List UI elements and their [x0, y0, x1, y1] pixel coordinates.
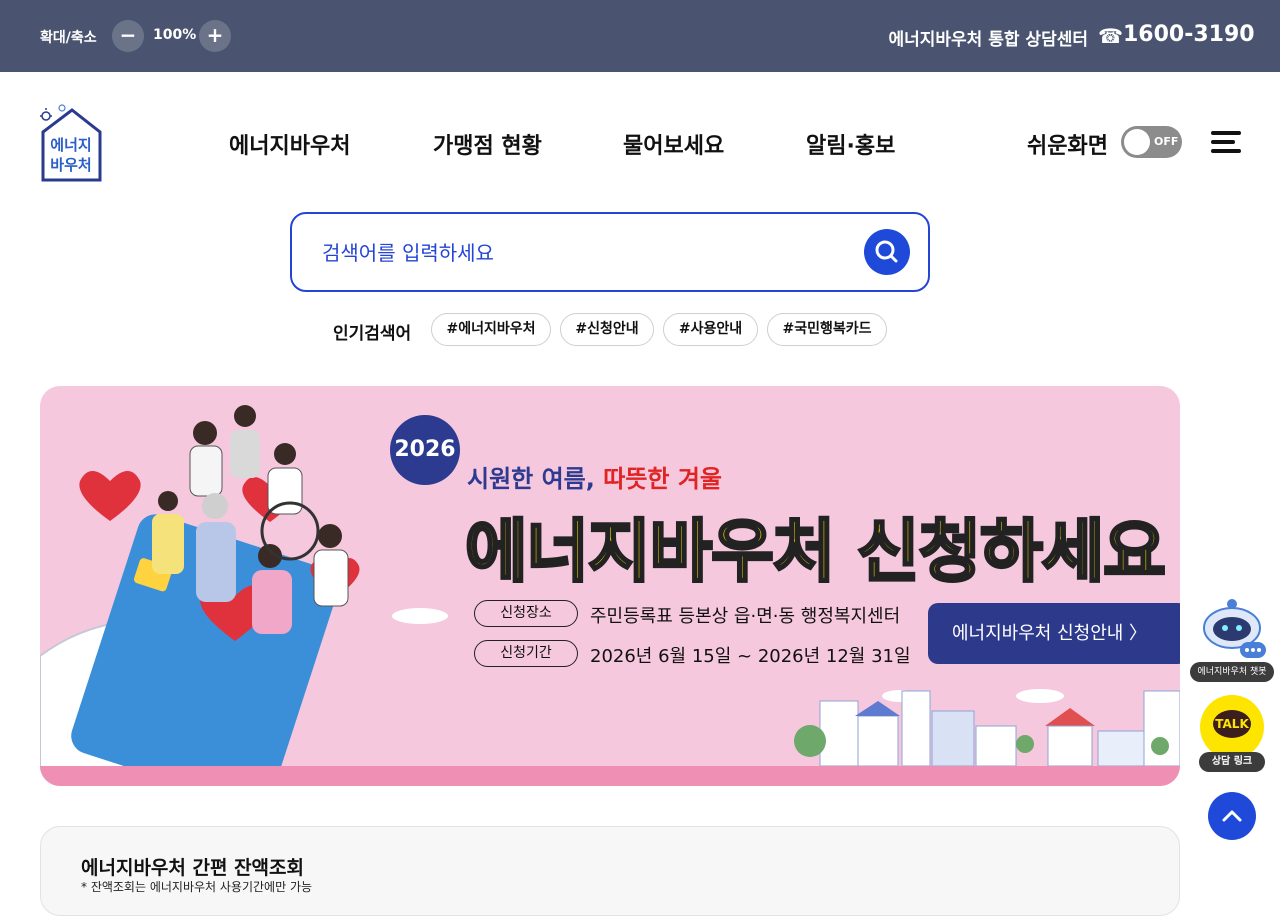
zoom-out-button[interactable]: −	[112, 20, 144, 52]
easy-mode-label: 쉬운화면	[1027, 134, 1108, 159]
popular-tag[interactable]: #신청안내	[560, 313, 654, 346]
house-logo-icon: 에너지 바우처	[40, 104, 102, 182]
phone-icon: ☎	[1098, 24, 1123, 48]
application-guide-button[interactable]: 에너지바우처 신청안내 〉	[928, 603, 1180, 664]
chatbot-label: 에너지바우처 챗봇	[1190, 662, 1274, 682]
banner-headline: 에너지바우처 신청하세요	[464, 512, 1168, 594]
balance-inquiry-card: 에너지바우처 간편 잔액조회 * 잔액조회는 에너지바우처 사용기간에만 가능	[40, 826, 1180, 916]
site-logo[interactable]: 에너지 바우처	[40, 102, 102, 182]
toggle-state: OFF	[1154, 135, 1179, 148]
search-button[interactable]	[864, 229, 910, 275]
balance-title: 에너지바우처 간편 잔액조회	[81, 857, 304, 879]
robot-icon	[1203, 599, 1266, 658]
search-input[interactable]	[322, 238, 842, 268]
kakao-label: 상담 링크	[1199, 752, 1265, 772]
balance-note: * 잔액조회는 에너지바우처 사용기간에만 가능	[81, 880, 313, 894]
nav-notice-promo[interactable]: 알림·홍보	[806, 128, 895, 160]
zoom-in-button[interactable]: +	[199, 20, 231, 52]
slogan-part2: 따뜻한 겨울	[603, 465, 722, 493]
call-center-label: 에너지바우처 통합 상담센터	[888, 30, 1088, 50]
application-period-text: 2026년 6월 15일 ~ 2026년 12월 31일	[590, 646, 911, 667]
popular-tag[interactable]: #국민행복카드	[767, 313, 887, 346]
hamburger-menu-icon[interactable]	[1211, 131, 1241, 153]
logo-text-top: 에너지	[50, 136, 91, 154]
application-period-chip: 신청기간	[474, 640, 578, 667]
application-place-text: 주민등록표 등본상 읍·면·동 행정복지센터	[590, 606, 901, 627]
zoom-value: 100%	[153, 27, 197, 43]
nav-ask[interactable]: 물어보세요	[623, 128, 724, 160]
popular-keywords-label: 인기검색어	[333, 324, 412, 344]
popular-tag[interactable]: #사용안내	[663, 313, 758, 346]
year-badge: 2026	[390, 415, 460, 485]
top-utility-bar: 확대/축소 − 100% + 에너지바우처 통합 상담센터 ☎ 1600-319…	[0, 0, 1280, 72]
kakao-talk-bubble: TALK	[1213, 710, 1251, 738]
banner-bottom-strip	[40, 766, 1180, 786]
toggle-knob	[1124, 129, 1150, 155]
main-banner[interactable]: 2026 시원한 여름, 따뜻한 겨울 에너지바우처 신청하세요 신청장소 주민…	[40, 386, 1180, 786]
scroll-top-button[interactable]	[1208, 792, 1256, 840]
arrow-up-icon	[1222, 810, 1242, 822]
logo-text-bottom: 바우처	[50, 156, 91, 174]
chatbot-button[interactable]: 에너지바우처 챗봇	[1190, 594, 1274, 684]
popular-tag[interactable]: #에너지바우처	[431, 313, 551, 346]
nav-energy-voucher[interactable]: 에너지바우처	[229, 128, 350, 160]
banner-slogan: 시원한 여름, 따뜻한 겨울	[467, 459, 722, 494]
search-box	[290, 212, 930, 292]
zoom-label: 확대/축소	[40, 30, 97, 46]
phone-number[interactable]: 1600-3190	[1123, 22, 1255, 47]
search-icon	[875, 240, 898, 263]
kakao-talk-button[interactable]: TALK 상담 링크	[1199, 695, 1265, 775]
application-place-chip: 신청장소	[474, 600, 578, 627]
slogan-part1: 시원한 여름,	[467, 465, 604, 493]
nav-store-status[interactable]: 가맹점 현황	[433, 128, 542, 160]
kakao-icon: TALK	[1200, 695, 1264, 759]
easy-mode-toggle[interactable]: OFF	[1121, 126, 1182, 158]
